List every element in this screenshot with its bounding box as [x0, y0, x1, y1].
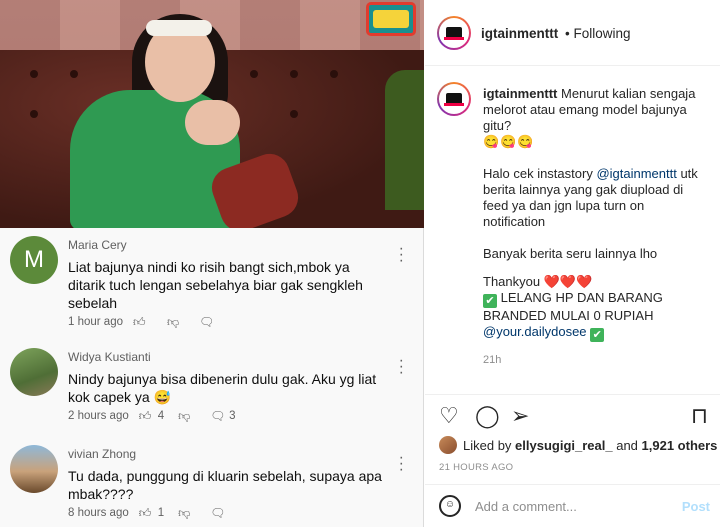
- likes-count[interactable]: 1,921 others: [642, 438, 718, 453]
- liker-avatar[interactable]: [439, 436, 457, 454]
- thumb-up-icon[interactable]: 👍︎: [133, 315, 149, 329]
- check-icon: ✔: [590, 328, 605, 342]
- thumb-down-icon[interactable]: 👎︎: [178, 409, 194, 423]
- thumb-up-icon[interactable]: 👍︎: [139, 409, 155, 423]
- comment-text: Tu dada, punggung di kluarin sebelah, su…: [68, 468, 382, 502]
- comment-item: Widya Kustianti Nindy bajunya bisa diben…: [10, 348, 414, 428]
- caption-username[interactable]: igtainmenttt: [483, 86, 557, 101]
- post-header: igtainmenttt • Following: [425, 0, 720, 66]
- comment-text: Nindy bajunya bisa dibenerin dulu gak. A…: [68, 371, 377, 405]
- avatar[interactable]: [10, 445, 58, 493]
- comment-author[interactable]: Widya Kustianti: [68, 350, 151, 364]
- check-icon: ✔: [483, 294, 497, 308]
- avatar[interactable]: [10, 348, 58, 396]
- avatar[interactable]: M: [10, 236, 58, 284]
- post-caption: igtainmenttt Menurut kalian sengaja melo…: [483, 86, 708, 342]
- heart-icon[interactable]: ♡: [439, 405, 459, 427]
- comment-text: Liat bajunya nindi ko risih bangt sich,m…: [68, 259, 363, 311]
- thumb-down-icon[interactable]: 👎︎: [167, 315, 183, 329]
- comment-meta: 1 hour ago 👍︎ 👎︎ 🗨: [68, 315, 215, 329]
- avatar[interactable]: [437, 16, 471, 50]
- action-bar: ♡ ◯ ➢ ⊓: [425, 394, 720, 434]
- emoji-icon[interactable]: ☺: [439, 495, 461, 517]
- comment-item: M Maria Cery Liat bajunya nindi ko risih…: [10, 236, 414, 336]
- post-username[interactable]: igtainmenttt: [481, 26, 558, 41]
- thumb-down-icon[interactable]: 👎︎: [178, 506, 194, 520]
- youtube-panel: M Maria Cery Liat bajunya nindi ko risih…: [0, 0, 424, 527]
- bookmark-icon[interactable]: ⊓: [691, 405, 708, 427]
- post-button[interactable]: Post: [682, 499, 710, 514]
- caption-emojis: 😋😋😋: [483, 134, 535, 149]
- add-comment-bar: ☺ Add a comment... Post: [425, 484, 720, 527]
- comment-icon[interactable]: 🗨: [210, 409, 226, 423]
- comment-time: 8 hours ago: [68, 507, 129, 519]
- reply-count[interactable]: 3: [229, 410, 235, 422]
- comment-meta: 8 hours ago 👍︎ 1 👎︎ 🗨: [68, 506, 226, 520]
- comment-time: 1 hour ago: [68, 316, 123, 328]
- liker-username[interactable]: ellysugigi_real_: [515, 438, 613, 453]
- video-plant: [385, 70, 424, 210]
- paper-plane-icon[interactable]: ➢: [511, 405, 529, 427]
- follow-status[interactable]: • Following: [565, 26, 631, 41]
- comment-icon[interactable]: 🗨: [210, 506, 226, 520]
- mention-link[interactable]: @your.dailydosee: [483, 324, 587, 339]
- thumb-up-icon[interactable]: 👍︎: [139, 506, 155, 520]
- comment-input[interactable]: Add a comment...: [475, 499, 577, 514]
- more-options-icon[interactable]: · · ·: [399, 353, 404, 381]
- comment-icon[interactable]: 🗨: [199, 315, 215, 329]
- comment-author[interactable]: vivian Zhong: [68, 447, 136, 461]
- video-frame[interactable]: [0, 0, 424, 228]
- hearts-emoji: ❤️❤️❤️: [543, 274, 593, 289]
- mention-link[interactable]: @igtainmenttt: [596, 166, 676, 181]
- caption-time[interactable]: 21h: [483, 354, 501, 366]
- more-options-icon[interactable]: · · ·: [399, 241, 404, 269]
- channel-logo: [366, 2, 416, 36]
- likes-line: Liked by ellysugigi_real_ and 1,921 othe…: [439, 436, 717, 454]
- like-count: 1: [157, 507, 165, 519]
- comment-meta: 2 hours ago 👍︎ 4 👎︎ 🗨 3: [68, 409, 236, 423]
- caption-avatar[interactable]: [437, 82, 471, 116]
- instagram-panel: igtainmenttt • Following igtainmenttt Me…: [425, 0, 720, 527]
- chat-bubble-icon[interactable]: ◯: [475, 405, 500, 427]
- caption-paragraph: Banyak berita seru lainnya lho: [483, 246, 658, 261]
- posted-time[interactable]: 21 HOURS AGO: [439, 462, 513, 473]
- comment-author[interactable]: Maria Cery: [68, 238, 127, 252]
- more-options-icon[interactable]: · · ·: [399, 450, 404, 478]
- comment-time: 2 hours ago: [68, 410, 129, 422]
- like-count: 4: [157, 410, 165, 422]
- comment-item: vivian Zhong Tu dada, punggung di kluari…: [10, 445, 414, 525]
